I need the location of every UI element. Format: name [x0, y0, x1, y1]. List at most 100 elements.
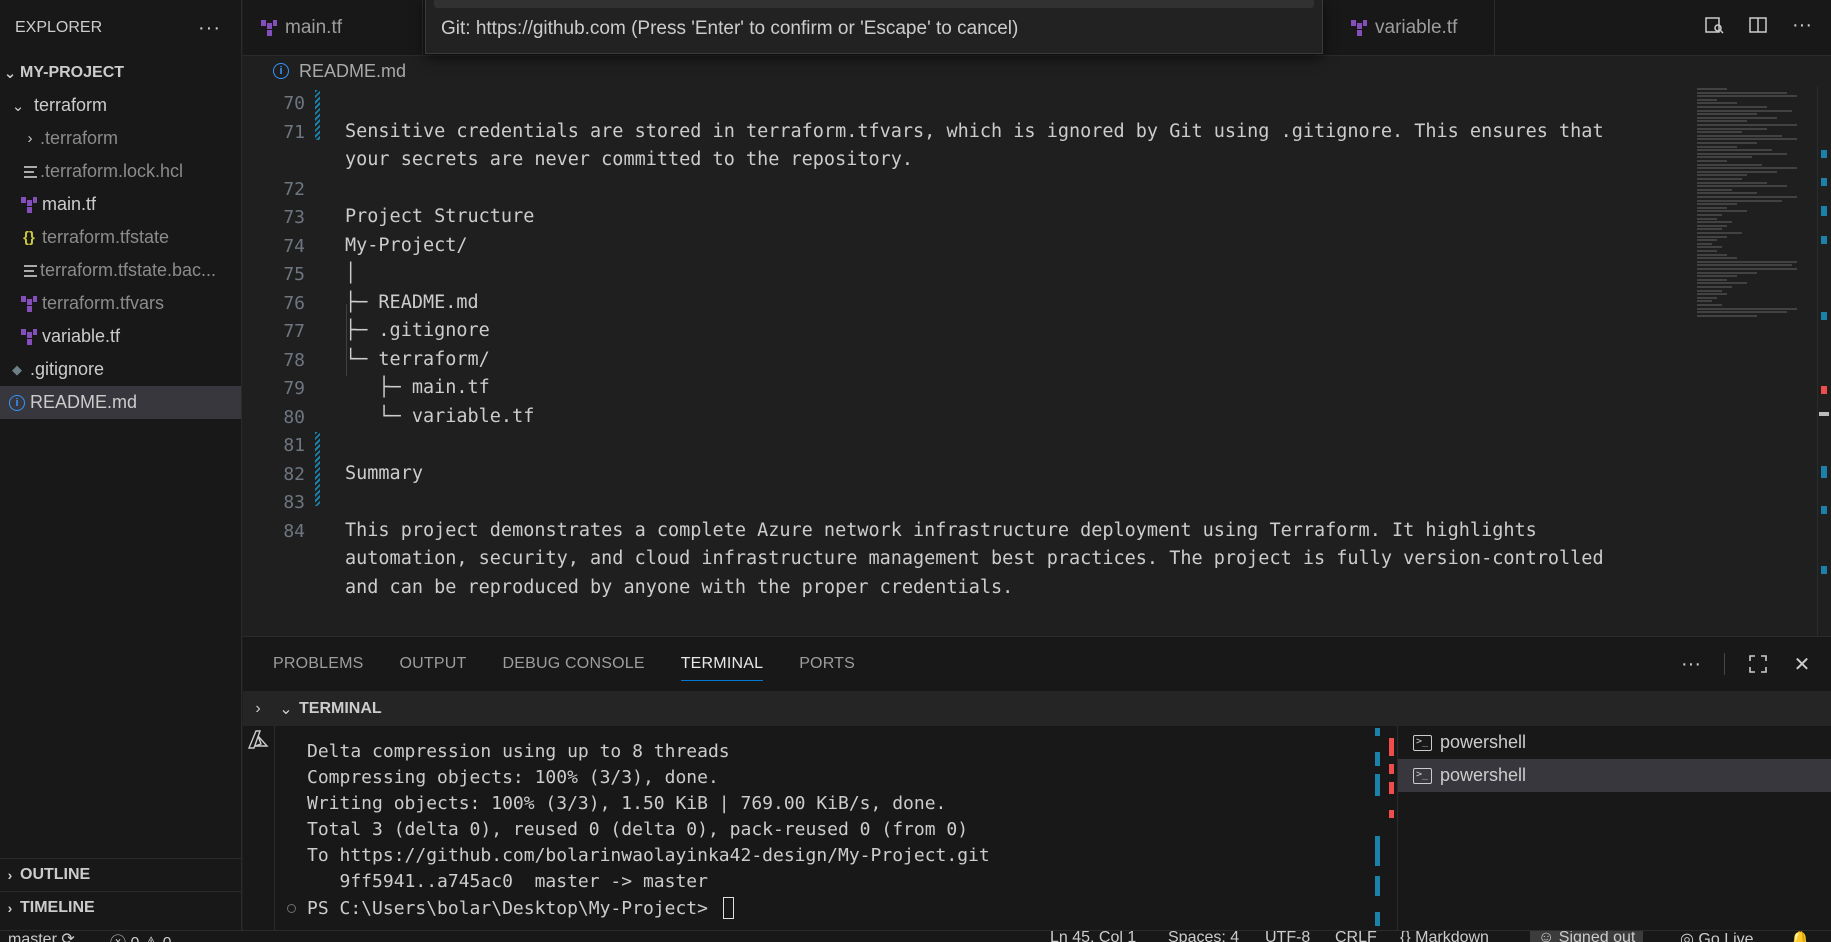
minimap-line — [1697, 178, 1742, 180]
minimap-line — [1697, 131, 1742, 134]
tree-item-tfstate-backup[interactable]: terraform.tfstate.bac... — [0, 254, 241, 287]
scroll-error-marker — [1821, 386, 1827, 394]
tree-item-terraform-folder[interactable]: ⌄ terraform — [0, 89, 241, 122]
tab-debug-console[interactable]: DEBUG CONSOLE — [503, 637, 645, 691]
tree-item-label: terraform.tfstate.bac... — [40, 260, 217, 280]
project-name: MY-PROJECT — [20, 63, 125, 81]
problems-indicator[interactable]: ⓧ 0 ⚠ 0 — [110, 931, 172, 942]
tree-item-tfstate[interactable]: {} terraform.tfstate — [0, 221, 241, 254]
branch-indicator[interactable]: master ⟳ — [8, 931, 75, 942]
terminal-scrollbar[interactable] — [1373, 726, 1395, 931]
command-input[interactable] — [434, 0, 1314, 8]
line-number: 74 — [283, 235, 305, 257]
project-root[interactable]: ⌄ MY-PROJECT — [0, 56, 241, 89]
tab-main-tf[interactable]: main.tf — [243, 0, 423, 56]
terminal-text: To https://github.com/bolarinwaolayinka4… — [307, 845, 990, 866]
minimap-line — [1697, 170, 1777, 173]
json-braces-icon: {} — [23, 229, 35, 246]
azure-icon[interactable] — [247, 730, 269, 755]
terminal-output[interactable]: Delta compression using up to 8 threads C… — [243, 726, 1396, 931]
code-line: └─ terraform/ — [345, 348, 490, 370]
command-palette[interactable]: Git: https://github.com (Press 'Enter' t… — [425, 0, 1323, 54]
tree-item-main-tf[interactable]: main.tf — [0, 188, 241, 221]
language-mode[interactable]: {} Markdown — [1400, 931, 1489, 942]
tree-item-variable-tf[interactable]: variable.tf — [0, 320, 241, 353]
minimap-line — [1697, 246, 1722, 249]
scroll-error-marker — [1389, 764, 1394, 774]
tree-item-label: .gitignore — [30, 359, 105, 379]
timeline-section[interactable]: › TIMELINE — [0, 891, 242, 924]
minimap-line — [1697, 232, 1742, 234]
ellipsis-icon[interactable]: ··· — [1680, 653, 1702, 675]
tree-item-readme[interactable]: i README.md — [0, 386, 241, 419]
minimap-line — [1697, 152, 1787, 155]
minimap-line — [1697, 113, 1757, 116]
timeline-title: TIMELINE — [20, 899, 95, 916]
chevron-down-icon: ⌄ — [11, 97, 25, 115]
minimap-line — [1697, 314, 1757, 317]
account-status[interactable]: ☺ Signed out — [1530, 931, 1644, 942]
minimap[interactable] — [1691, 86, 1811, 636]
split-editor-icon[interactable] — [1747, 14, 1769, 36]
terminal-line: Total 3 (delta 0), reused 0 (delta 0), p… — [307, 819, 968, 840]
sync-icon: ⟳ — [61, 931, 75, 942]
minimap-line — [1697, 149, 1772, 152]
minimap-line — [1697, 268, 1797, 270]
minimap-line — [1697, 307, 1797, 310]
terminal-header[interactable]: › ⌄ TERMINAL — [243, 691, 1831, 726]
tree-item-dot-terraform[interactable]: › .terraform — [0, 122, 241, 155]
tree-item-label: terraform.tfvars — [42, 293, 165, 313]
tree-item-tfvars[interactable]: terraform.tfvars — [0, 287, 241, 320]
line-number: 80 — [283, 406, 305, 428]
terminal-line: Delta compression using up to 8 threads — [307, 741, 730, 762]
open-preview-icon[interactable] — [1703, 14, 1725, 36]
tab-variable-tf[interactable]: variable.tf — [1333, 0, 1495, 56]
minimap-line — [1697, 163, 1762, 166]
line-ending[interactable]: CRLF — [1335, 931, 1377, 942]
terminal-text: Compressing objects: 100% (3/3), done. — [307, 767, 719, 788]
minimap-line — [1697, 286, 1732, 288]
breadcrumb[interactable]: i README.md — [243, 56, 1831, 86]
ellipsis-icon[interactable]: ··· — [198, 17, 221, 40]
scroll-error-marker — [1389, 782, 1394, 794]
terminal-instance-active[interactable]: >_ powershell — [1398, 759, 1831, 792]
tree-item-lock-hcl[interactable]: .terraform.lock.hcl — [0, 155, 241, 188]
command-decoration-icon[interactable] — [287, 904, 296, 913]
scroll-marker — [1821, 566, 1827, 574]
go-live-button[interactable]: ◎ Go Live — [1680, 931, 1754, 942]
line-number: 71 — [283, 121, 305, 143]
tab-ports[interactable]: PORTS — [799, 637, 855, 691]
tab-problems[interactable]: PROBLEMS — [273, 637, 364, 691]
minimap-line — [1697, 271, 1757, 274]
terminal-instance[interactable]: >_ powershell — [1398, 726, 1831, 759]
outline-section[interactable]: › OUTLINE — [0, 858, 242, 891]
git-icon: ◆ — [12, 361, 22, 377]
code-line: ├─ main.tf — [345, 377, 490, 398]
tab-label: main.tf — [285, 17, 343, 38]
line-number: 84 — [283, 520, 305, 542]
close-panel-icon[interactable]: ✕ — [1791, 653, 1813, 676]
editor-area[interactable]: 70 71 Sensitive credentials are stored in … — [243, 86, 1831, 636]
minimap-line — [1697, 221, 1732, 224]
terminal-cursor — [722, 897, 734, 919]
minimap-line — [1697, 203, 1737, 206]
indentation[interactable]: Spaces: 4 — [1168, 931, 1239, 942]
encoding[interactable]: UTF-8 — [1265, 931, 1310, 942]
cursor-position[interactable]: Ln 45, Col 1 — [1050, 931, 1136, 942]
minimap-line — [1697, 282, 1747, 285]
notifications-icon[interactable]: 🔔 — [1790, 931, 1810, 942]
tab-output[interactable]: OUTPUT — [400, 637, 467, 691]
maximize-panel-icon[interactable] — [1747, 653, 1769, 675]
minimap-line — [1697, 217, 1717, 220]
error-count: 0 — [130, 935, 139, 942]
editor-scrollbar[interactable] — [1817, 86, 1831, 636]
scroll-marker — [1821, 206, 1827, 216]
minimap-line — [1697, 116, 1777, 119]
scroll-marker — [1821, 178, 1827, 186]
minimap-line — [1697, 253, 1727, 256]
indent-guide — [346, 304, 347, 376]
tree-item-gitignore[interactable]: ◆ .gitignore — [0, 353, 241, 386]
minimap-line — [1697, 206, 1727, 209]
tab-terminal[interactable]: TERMINAL — [680, 637, 764, 691]
more-actions-icon[interactable]: ··· — [1791, 14, 1813, 36]
